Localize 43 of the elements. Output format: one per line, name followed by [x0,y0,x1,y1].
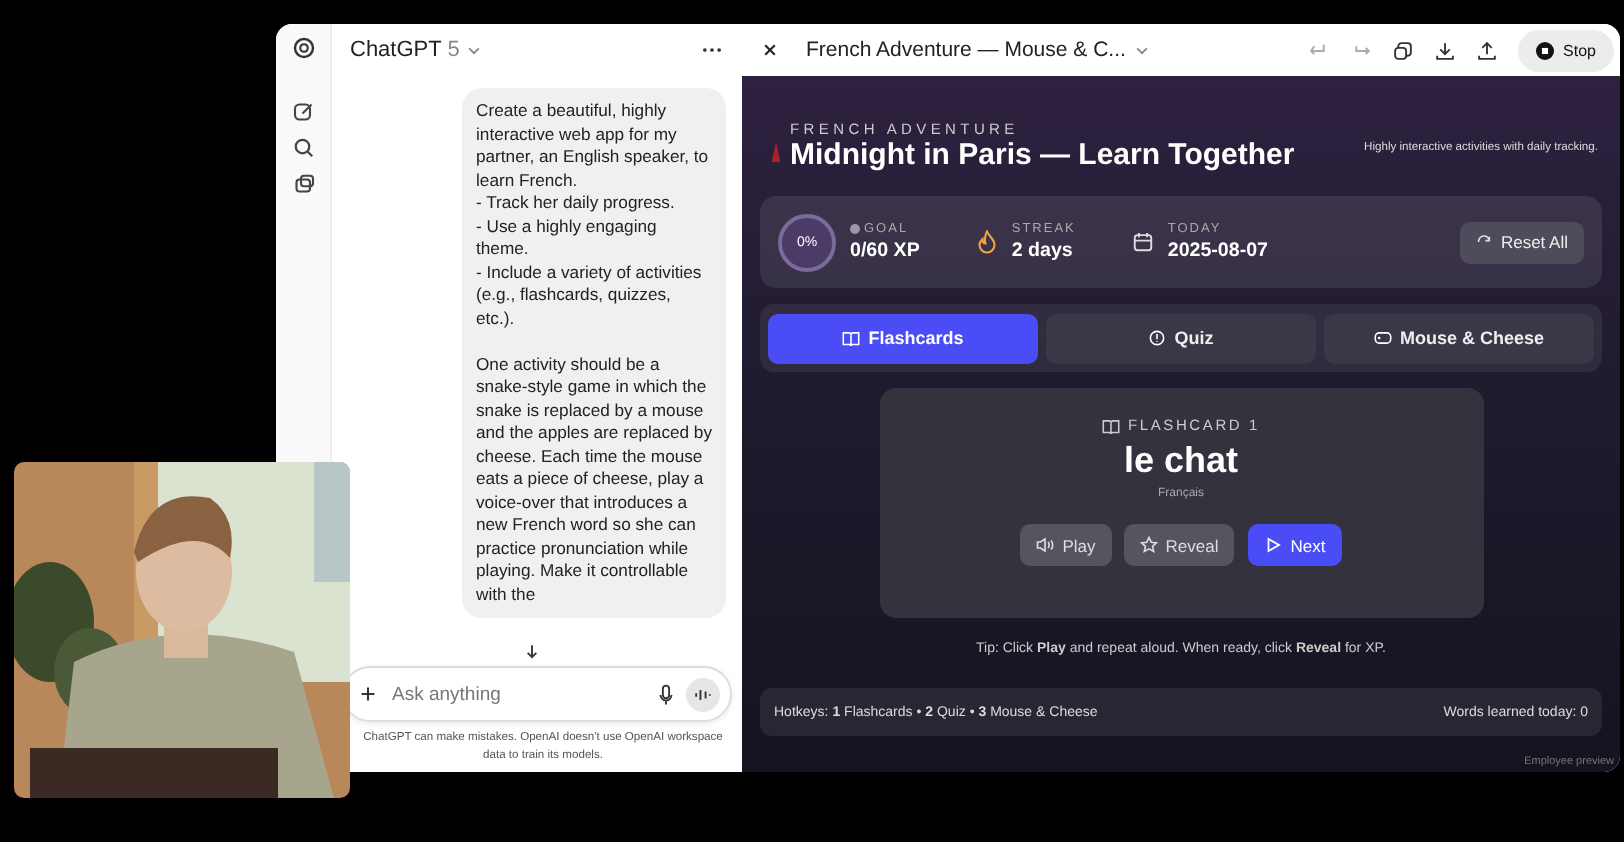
chevron-icon[interactable] [465,42,482,58]
user-message: Create a beautiful, highly interactive web app for my partner, an English speaker, to learn French. - Track her daily progress. - Use a highly engaging theme. - Include a variety of activities (e.g., flashcards, quizzes, etc.). One activity should be a snake-style game in which the snake is replaced by a mouse and the apples are replaced by cheese. Each time the mouse eats a piece of cheese, play a voice-over that introduces a new French word so she can practice pronunciation while playing. Make it controllable with the [462,88,726,618]
stat-value: 2025-08-07 [1167,240,1268,262]
chat-input[interactable]: Ask anything [388,681,646,707]
canvas-title[interactable]: French Adventure — Mouse & C... [806,38,1126,62]
reset-button[interactable]: Reset All [1460,221,1584,263]
star-icon [1139,536,1158,554]
stop-button[interactable]: Stop [1517,29,1614,71]
speaker-icon [1036,536,1055,554]
stop-icon [1535,41,1554,59]
gamepad-icon [1373,330,1392,346]
new-chat-icon[interactable] [291,100,315,124]
app-heading: Midnight in Paris — Learn Together [790,138,1295,172]
tab[interactable]: Mouse & Cheese [1324,313,1594,363]
flame-icon [975,230,998,254]
plus-icon[interactable] [360,686,376,702]
tower-icon [770,142,782,162]
voice-icon[interactable] [686,677,720,711]
stat-value: 0/60 XP [850,240,920,262]
download-icon[interactable] [1433,39,1456,61]
book-icon [842,330,861,346]
chat-title[interactable]: ChatGPT 5 [350,38,460,62]
book-icon [1102,417,1120,433]
copy-icon[interactable] [1391,39,1414,61]
library-icon[interactable] [291,172,315,196]
tab[interactable]: Quiz [1046,313,1316,363]
close-icon[interactable] [762,42,778,58]
chevron-icon[interactable] [1133,42,1150,58]
search-icon[interactable] [291,136,315,160]
microphone-icon[interactable] [658,683,674,705]
card-word: le chat [1123,440,1239,482]
stat-value: 2 days [1011,240,1075,262]
more-icon[interactable] [702,46,722,54]
play-icon [1264,536,1283,554]
tab[interactable]: Flashcards [768,313,1038,363]
card-button[interactable]: Play [1020,524,1112,566]
share-icon[interactable] [1475,39,1498,61]
card-button[interactable]: Reveal [1123,524,1235,566]
calendar-icon [1131,230,1154,254]
logo-icon[interactable] [291,36,315,60]
alert-icon [1148,330,1167,346]
card-button[interactable]: Next [1248,524,1342,566]
dot-icon [850,224,860,234]
